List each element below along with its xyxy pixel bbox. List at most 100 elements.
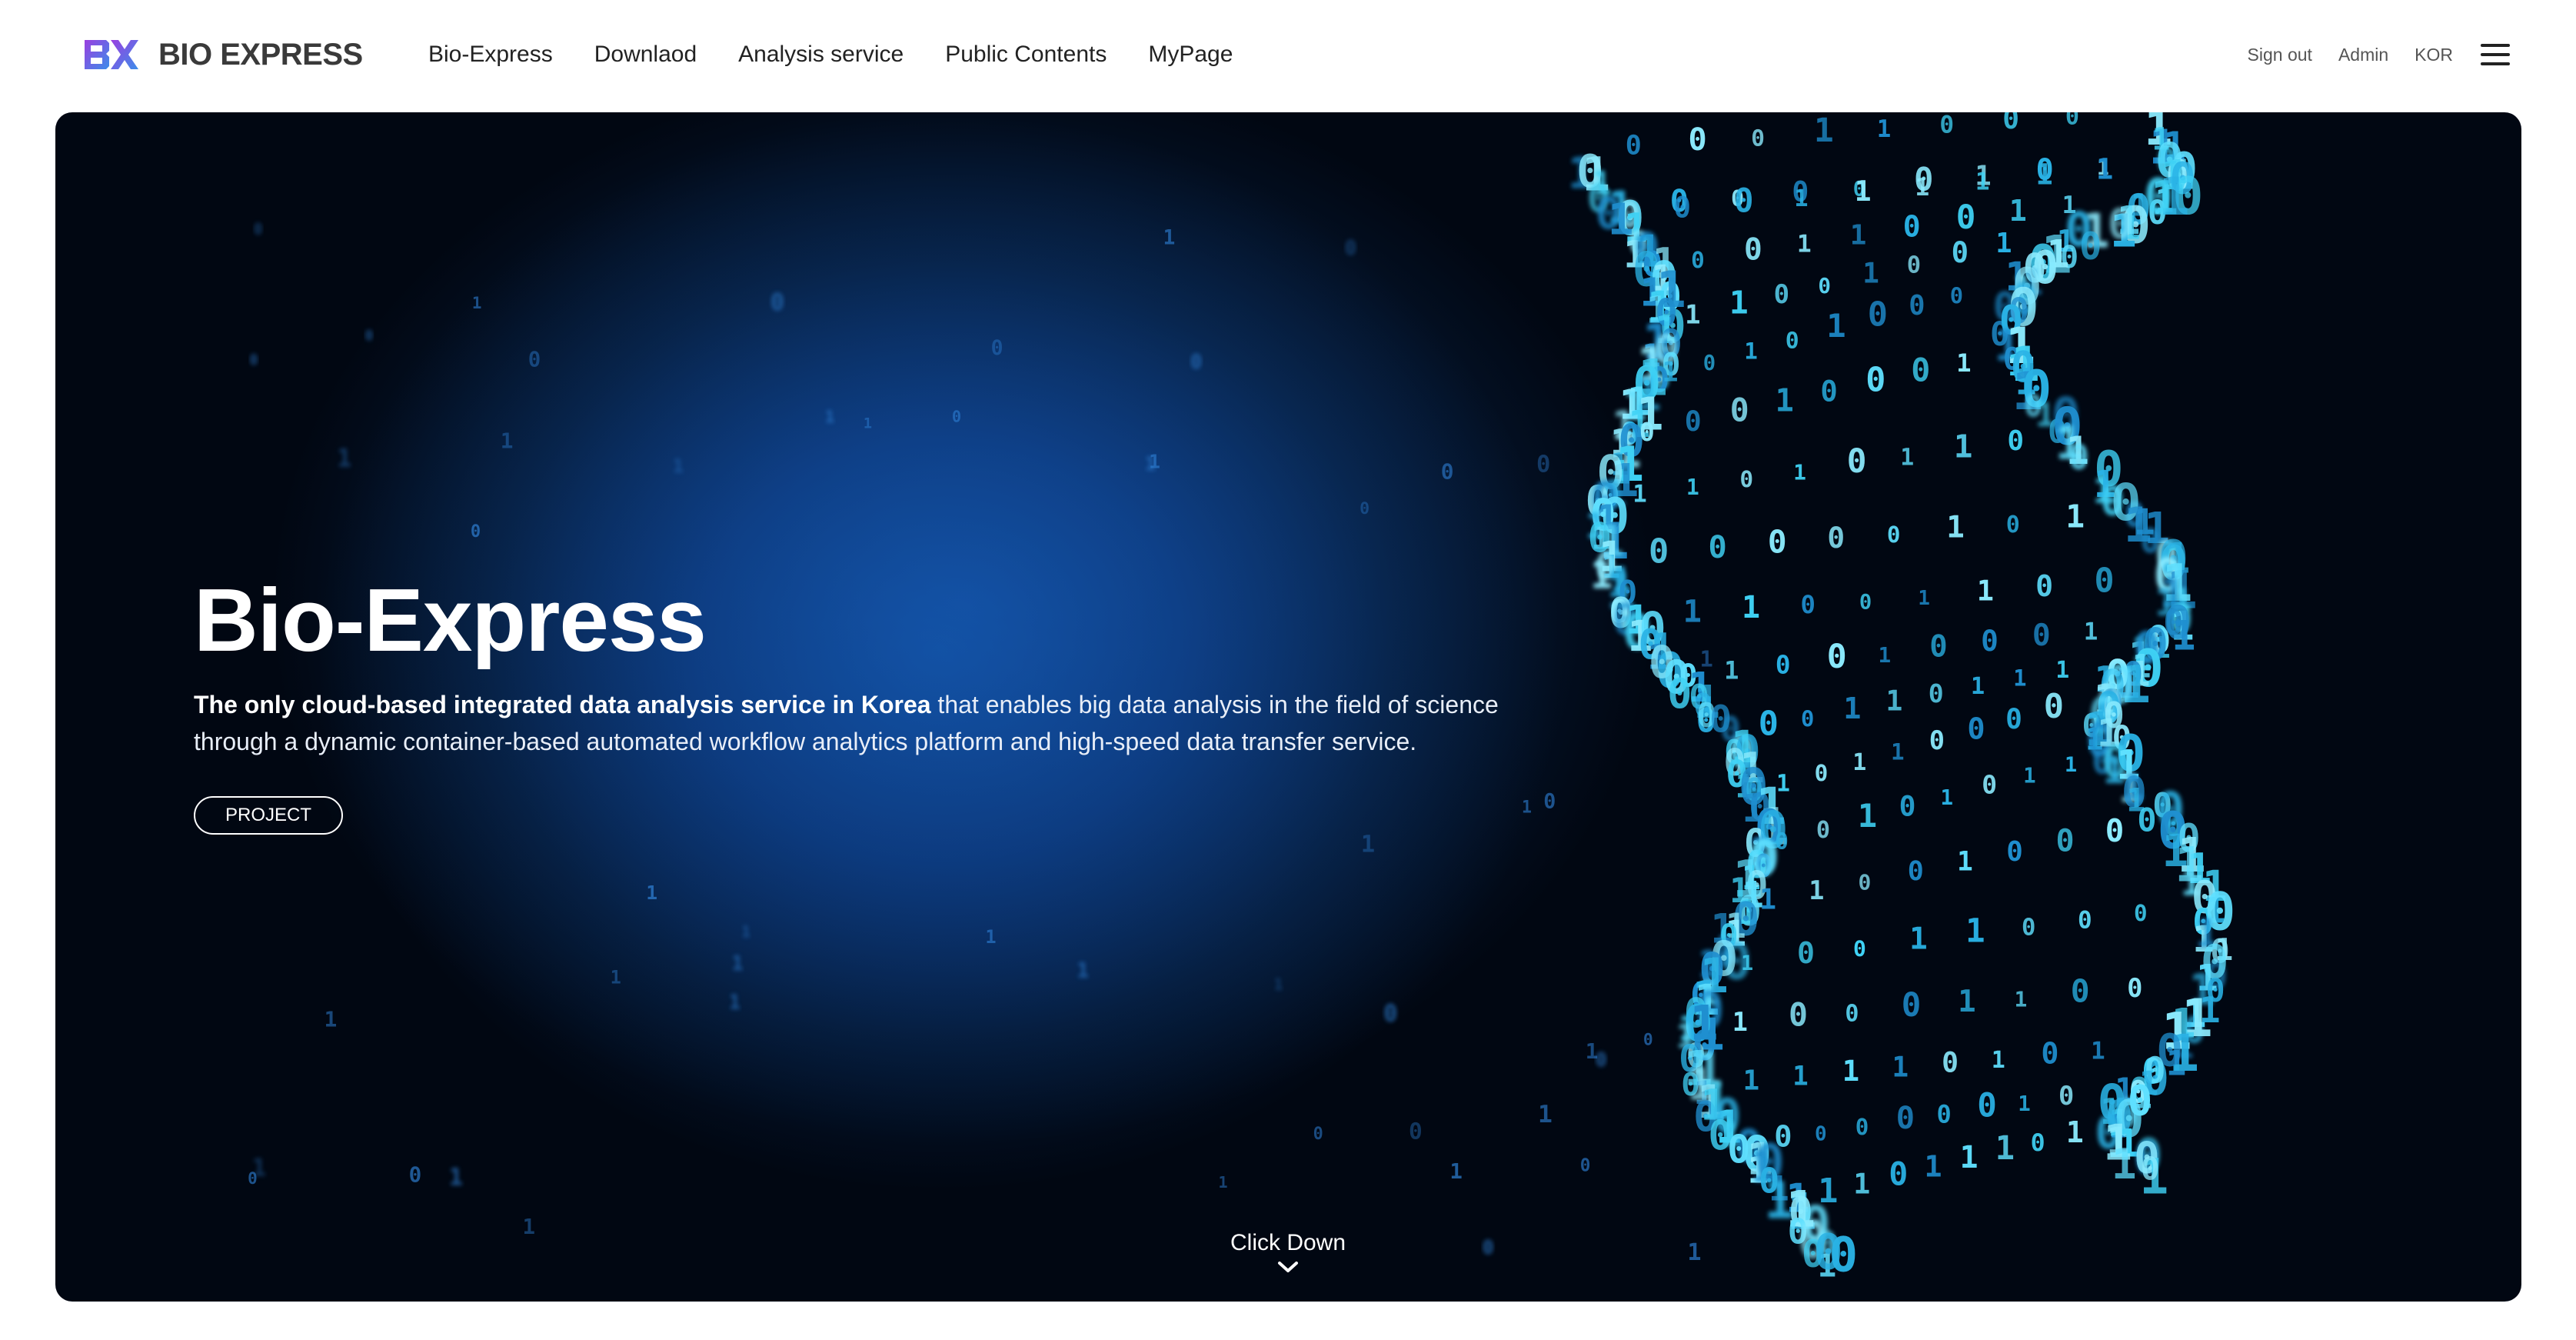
svg-text:1: 1 (324, 1007, 338, 1032)
svg-text:0: 0 (2005, 703, 2022, 735)
svg-text:0: 0 (1345, 237, 1356, 260)
svg-text:1: 1 (1975, 168, 1990, 196)
hero-description: The only cloud-based integrated data ana… (194, 686, 1501, 760)
hamburger-menu-icon[interactable] (2481, 44, 2510, 65)
utility-menu: Sign out Admin KOR (2222, 40, 2510, 69)
svg-text:0: 0 (2056, 824, 2075, 859)
svg-text:1: 1 (1522, 798, 1532, 818)
svg-text:0: 0 (1744, 232, 1762, 268)
svg-text:0: 0 (1816, 817, 1830, 844)
svg-text:1: 1 (646, 882, 657, 904)
svg-text:1: 1 (1826, 307, 1845, 345)
svg-text:0: 0 (1829, 1227, 1858, 1283)
svg-text:0: 0 (1982, 770, 1997, 800)
svg-text:0: 0 (1977, 1088, 1997, 1125)
svg-text:0: 0 (1827, 521, 1845, 555)
svg-text:1: 1 (1149, 450, 1160, 472)
svg-text:0: 0 (1580, 1155, 1591, 1175)
svg-text:1: 1 (337, 445, 351, 473)
svg-text:0: 0 (2134, 900, 2148, 926)
nav-item-bio-express[interactable]: Bio-Express (428, 38, 553, 71)
svg-text:0: 0 (1815, 1123, 1827, 1146)
svg-text:1: 1 (1776, 770, 1790, 797)
svg-text:0: 0 (1942, 1046, 1959, 1079)
svg-text:0: 0 (1847, 442, 1867, 481)
svg-text:0: 0 (1903, 209, 1921, 243)
svg-text:1: 1 (1538, 1101, 1553, 1128)
svg-text:0: 0 (2078, 906, 2092, 934)
svg-text:1: 1 (523, 1215, 536, 1239)
sign-out-link[interactable]: Sign out (2248, 40, 2312, 69)
svg-text:0: 0 (1911, 352, 1930, 389)
svg-text:0: 0 (1673, 190, 1691, 224)
svg-text:1: 1 (985, 926, 996, 948)
svg-text:0: 0 (952, 408, 961, 426)
project-button[interactable]: PROJECT (194, 796, 343, 835)
svg-text:0: 0 (1789, 996, 1808, 1034)
svg-text:1: 1 (2066, 1115, 2084, 1150)
svg-text:0: 0 (2035, 569, 2053, 603)
admin-link[interactable]: Admin (2338, 40, 2388, 69)
svg-text:1: 1 (1877, 116, 1891, 143)
svg-text:1: 1 (1971, 673, 1985, 700)
svg-text:0: 0 (1797, 937, 1815, 971)
svg-text:0: 0 (2031, 1129, 2045, 1157)
svg-text:1: 1 (2009, 194, 2027, 228)
svg-text:1: 1 (1687, 1239, 1701, 1266)
svg-text:0: 0 (1801, 590, 1816, 619)
svg-text:0: 0 (2137, 801, 2156, 838)
svg-text:1: 1 (1759, 883, 1776, 916)
svg-text:1: 1 (1776, 382, 1794, 418)
svg-text:0: 0 (2065, 112, 2079, 131)
nav-item-download[interactable]: Downlaod (594, 38, 697, 71)
svg-text:0: 0 (1939, 112, 1954, 139)
svg-text:0: 0 (1709, 529, 1727, 565)
svg-text:0: 0 (2127, 973, 2142, 1003)
svg-text:0: 0 (1759, 705, 1779, 743)
svg-text:1: 1 (2015, 987, 2028, 1012)
svg-text:1: 1 (2055, 657, 2069, 684)
svg-text:1: 1 (1662, 357, 1678, 388)
svg-text:1: 1 (501, 428, 514, 453)
svg-text:0: 0 (1887, 522, 1901, 548)
svg-text:1: 1 (1685, 300, 1700, 331)
click-down-button[interactable]: Click Down (1211, 1228, 1365, 1274)
svg-text:0: 0 (2006, 512, 2020, 538)
svg-text:1: 1 (1741, 952, 1753, 975)
svg-text:1: 1 (1853, 1168, 1870, 1201)
svg-text:1: 1 (611, 966, 621, 988)
svg-text:1: 1 (2023, 764, 2036, 788)
svg-text:1: 1 (2084, 618, 2098, 646)
svg-text:1: 1 (1862, 257, 1879, 290)
svg-text:1: 1 (1885, 684, 1902, 717)
svg-text:0: 0 (2006, 836, 2023, 868)
svg-text:1: 1 (1742, 590, 1760, 625)
svg-text:1: 1 (1977, 575, 1994, 608)
svg-text:1: 1 (1858, 797, 1877, 835)
nav-item-public-contents[interactable]: Public Contents (945, 38, 1107, 71)
svg-text:0: 0 (1868, 295, 1888, 334)
logo[interactable]: BIO EXPRESS (83, 37, 363, 72)
language-link[interactable]: KOR (2415, 40, 2453, 69)
svg-text:0: 0 (1751, 125, 1765, 151)
svg-text:0: 0 (471, 522, 481, 542)
svg-text:0: 0 (1643, 1031, 1653, 1050)
nav-item-analysis-service[interactable]: Analysis service (738, 38, 904, 71)
svg-text:1: 1 (1729, 284, 1749, 321)
nav-item-mypage[interactable]: MyPage (1148, 38, 1233, 71)
svg-text:0: 0 (1859, 870, 1872, 895)
svg-text:0: 0 (2095, 562, 2115, 600)
svg-text:0: 0 (1774, 279, 1789, 310)
svg-text:0: 0 (409, 1162, 422, 1188)
site-header: BIO EXPRESS Bio-Express Downlaod Analysi… (0, 0, 2576, 109)
svg-text:1: 1 (1954, 428, 1973, 465)
svg-text:1: 1 (2065, 498, 2085, 535)
logo-mark-icon (85, 40, 138, 69)
svg-text:1: 1 (1918, 587, 1930, 610)
svg-text:0: 0 (1855, 1114, 1869, 1140)
svg-text:1: 1 (1797, 231, 1812, 258)
svg-text:0: 0 (1639, 417, 1655, 447)
svg-text:1: 1 (1449, 1159, 1463, 1184)
svg-text:0: 0 (2068, 439, 2088, 478)
svg-text:0: 0 (1691, 247, 1705, 273)
